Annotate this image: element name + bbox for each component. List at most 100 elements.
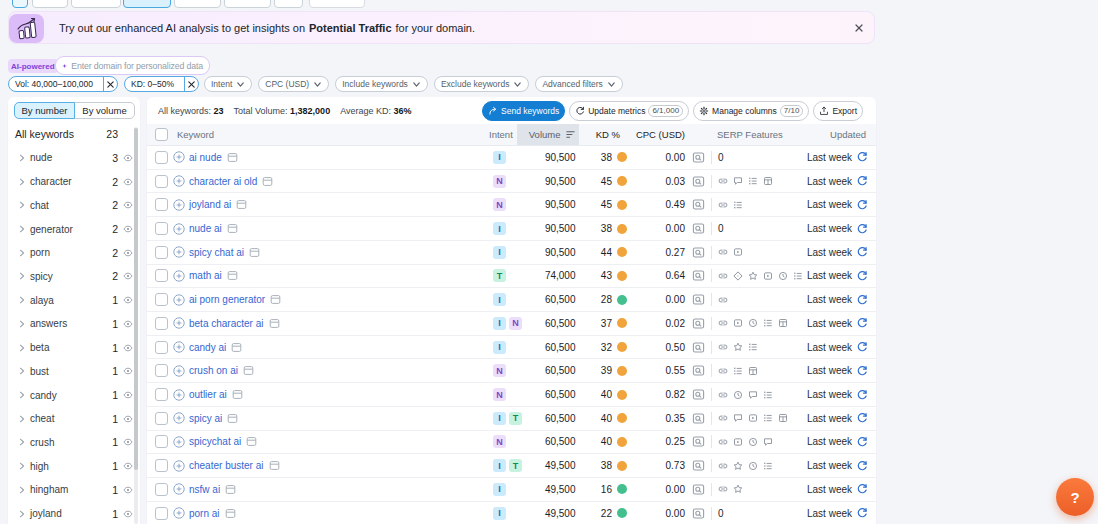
serp-snapshot-icon[interactable] (225, 484, 236, 495)
sidebar-group-item[interactable]: generator 2 (8, 217, 140, 241)
col-header-updated[interactable]: Updated (807, 129, 876, 140)
add-keyword-icon[interactable] (173, 436, 185, 448)
serp-snapshot-icon[interactable] (232, 389, 243, 400)
sidebar-group-item[interactable]: bust 1 (8, 359, 140, 383)
col-header-serp-features[interactable]: SERP Features (685, 129, 807, 140)
banner-close-icon[interactable] (854, 12, 864, 43)
eye-icon[interactable] (123, 271, 133, 281)
sidebar-group-item[interactable]: chat 2 (8, 193, 140, 217)
keyword-link[interactable]: joyland ai (189, 199, 231, 210)
manage-columns-button[interactable]: Manage columns 7/10 (693, 101, 809, 121)
row-refresh-icon[interactable] (856, 460, 868, 472)
row-refresh-icon[interactable] (856, 270, 868, 282)
serp-preview-icon[interactable] (692, 269, 705, 282)
row-refresh-icon[interactable] (856, 365, 868, 377)
serp-preview-icon[interactable] (692, 317, 705, 330)
row-refresh-icon[interactable] (856, 341, 868, 353)
serp-snapshot-icon[interactable] (227, 223, 238, 234)
keyword-link[interactable]: candy ai (189, 342, 226, 353)
add-keyword-icon[interactable] (173, 365, 185, 377)
serp-snapshot-icon[interactable] (270, 294, 281, 305)
keyword-link[interactable]: crush on ai (189, 365, 238, 376)
top-tab-stub-language[interactable] (309, 0, 365, 8)
row-checkbox[interactable] (155, 388, 168, 401)
add-keyword-icon[interactable] (173, 460, 185, 472)
row-checkbox[interactable] (155, 151, 168, 164)
serp-preview-icon[interactable] (692, 175, 705, 188)
row-refresh-icon[interactable] (856, 436, 868, 448)
add-keyword-icon[interactable] (173, 175, 185, 187)
serp-preview-icon[interactable] (692, 507, 705, 520)
filter-dropdown[interactable]: Intent (204, 76, 252, 92)
eye-icon[interactable] (123, 485, 133, 495)
row-checkbox[interactable] (155, 459, 168, 472)
serp-snapshot-icon[interactable] (269, 460, 280, 471)
row-checkbox[interactable] (155, 175, 168, 188)
keyword-link[interactable]: beta character ai (189, 318, 264, 329)
row-checkbox[interactable] (155, 198, 168, 211)
sidebar-scrollbar-thumb[interactable] (134, 128, 138, 470)
top-tab-stub-icon[interactable] (12, 0, 28, 8)
serp-preview-icon[interactable] (692, 198, 705, 211)
eye-icon[interactable] (123, 295, 133, 305)
sidebar-group-item[interactable]: alaya 1 (8, 288, 140, 312)
top-tab-stub-3[interactable] (174, 0, 221, 8)
eye-icon[interactable] (123, 509, 133, 519)
eye-icon[interactable] (123, 248, 133, 258)
row-checkbox[interactable] (155, 317, 168, 330)
keyword-link[interactable]: porn ai (189, 508, 220, 519)
add-keyword-icon[interactable] (173, 223, 185, 235)
row-refresh-icon[interactable] (856, 246, 868, 258)
filter-dropdown[interactable]: Include keywords (335, 76, 428, 92)
row-checkbox[interactable] (155, 435, 168, 448)
toggle-by-number[interactable]: By number (14, 102, 75, 119)
filter-chip-applied[interactable]: KD: 0–50% (124, 76, 199, 92)
add-keyword-icon[interactable] (173, 151, 185, 163)
sidebar-group-item[interactable]: answers 1 (8, 312, 140, 336)
eye-icon[interactable] (123, 200, 133, 210)
filter-dropdown[interactable]: Advanced filters (535, 76, 622, 92)
filter-chip-remove-icon[interactable] (103, 77, 117, 91)
keyword-link[interactable]: spicy chat ai (189, 247, 244, 258)
toggle-by-volume[interactable]: By volume (74, 102, 135, 119)
keyword-link[interactable]: ai nude (189, 152, 222, 163)
update-metrics-button[interactable]: Update metrics 6/1,000 (569, 101, 689, 121)
serp-snapshot-icon[interactable] (236, 199, 247, 210)
domain-input[interactable]: Enter domain for personalized data (55, 56, 210, 75)
row-refresh-icon[interactable] (856, 507, 868, 519)
add-keyword-icon[interactable] (173, 294, 185, 306)
add-keyword-icon[interactable] (173, 199, 185, 211)
sidebar-scrollbar[interactable] (134, 127, 138, 524)
col-header-cpc[interactable]: CPC (USD) (628, 129, 685, 140)
row-checkbox[interactable] (155, 412, 168, 425)
serp-preview-icon[interactable] (692, 435, 705, 448)
top-tab-stub-4[interactable] (224, 0, 271, 8)
col-header-intent[interactable]: Intent (443, 129, 517, 140)
sidebar-group-item[interactable]: high 1 (8, 454, 140, 478)
keyword-link[interactable]: nude ai (189, 223, 222, 234)
row-checkbox[interactable] (155, 364, 168, 377)
serp-preview-icon[interactable] (692, 412, 705, 425)
sidebar-group-item[interactable]: hingham 1 (8, 478, 140, 502)
row-refresh-icon[interactable] (856, 199, 868, 211)
eye-icon[interactable] (123, 177, 133, 187)
serp-snapshot-icon[interactable] (227, 152, 238, 163)
serp-snapshot-icon[interactable] (249, 247, 260, 258)
sidebar-group-item[interactable]: porn 2 (8, 241, 140, 265)
row-checkbox[interactable] (155, 222, 168, 235)
eye-icon[interactable] (123, 319, 133, 329)
add-keyword-icon[interactable] (173, 246, 185, 258)
top-tab-stub-5[interactable] (274, 0, 303, 8)
serp-preview-icon[interactable] (692, 222, 705, 235)
sidebar-group-item[interactable]: character 2 (8, 170, 140, 194)
eye-icon[interactable] (123, 461, 133, 471)
send-keywords-button[interactable]: Send keywords (482, 101, 565, 121)
keyword-link[interactable]: outlier ai (189, 389, 227, 400)
top-tab-stub-1[interactable] (32, 0, 68, 8)
row-refresh-icon[interactable] (856, 223, 868, 235)
sidebar-group-item[interactable]: beta 1 (8, 336, 140, 360)
keyword-link[interactable]: math ai (189, 270, 222, 281)
sidebar-group-item[interactable]: crush 1 (8, 431, 140, 455)
serp-preview-icon[interactable] (692, 388, 705, 401)
row-refresh-icon[interactable] (856, 151, 868, 163)
